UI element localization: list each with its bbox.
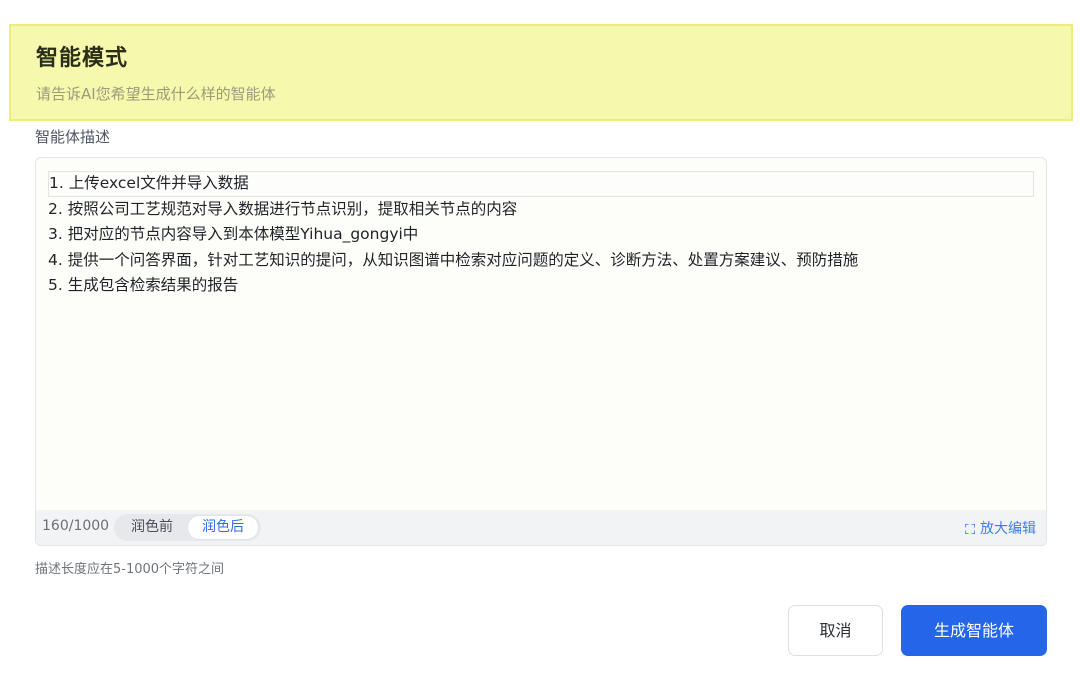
toggle-after-polish[interactable]: 润色后 — [188, 516, 258, 539]
description-line[interactable]: 4. 提供一个问答界面，针对工艺知识的提问，从知识图谱中检索对应问题的定义、诊断… — [48, 248, 1034, 274]
description-line[interactable]: 1. 上传excel文件并导入数据 — [48, 171, 1034, 197]
smart-mode-banner: 智能模式 请告诉AI您希望生成什么样的智能体 — [9, 24, 1073, 121]
description-text[interactable]: 1. 上传excel文件并导入数据 2. 按照公司工艺规范对导入数据进行节点识别… — [48, 171, 1034, 299]
generate-agent-button[interactable]: 生成智能体 — [901, 605, 1047, 656]
expand-edit-label: 放大编辑 — [980, 521, 1036, 537]
textarea-footer: 160/1000 润色前 润色后 放大编辑 — [36, 510, 1046, 545]
expand-edit-button[interactable]: 放大编辑 — [964, 518, 1036, 538]
expand-icon — [964, 522, 976, 535]
toggle-before-polish[interactable]: 润色前 — [118, 516, 186, 539]
length-hint: 描述长度应在5-1000个字符之间 — [35, 562, 225, 577]
description-line[interactable]: 3. 把对应的节点内容导入到本体模型Yihua_gongyi中 — [48, 222, 1034, 248]
banner-title: 智能模式 — [36, 46, 129, 71]
description-line[interactable]: 2. 按照公司工艺规范对导入数据进行节点识别，提取相关节点的内容 — [48, 197, 1034, 223]
cancel-button[interactable]: 取消 — [788, 605, 883, 656]
char-count: 160/1000 — [42, 518, 110, 534]
banner-subtitle: 请告诉AI您希望生成什么样的智能体 — [36, 85, 276, 103]
polish-toggle[interactable]: 润色前 润色后 — [114, 514, 261, 541]
description-textarea[interactable]: 1. 上传excel文件并导入数据 2. 按照公司工艺规范对导入数据进行节点识别… — [35, 157, 1047, 546]
description-line[interactable]: 5. 生成包含检索结果的报告 — [48, 273, 1034, 299]
smart-mode-dialog: 智能模式 请告诉AI您希望生成什么样的智能体 智能体描述 1. 上传excel文… — [0, 0, 1080, 680]
description-label: 智能体描述 — [35, 128, 111, 146]
